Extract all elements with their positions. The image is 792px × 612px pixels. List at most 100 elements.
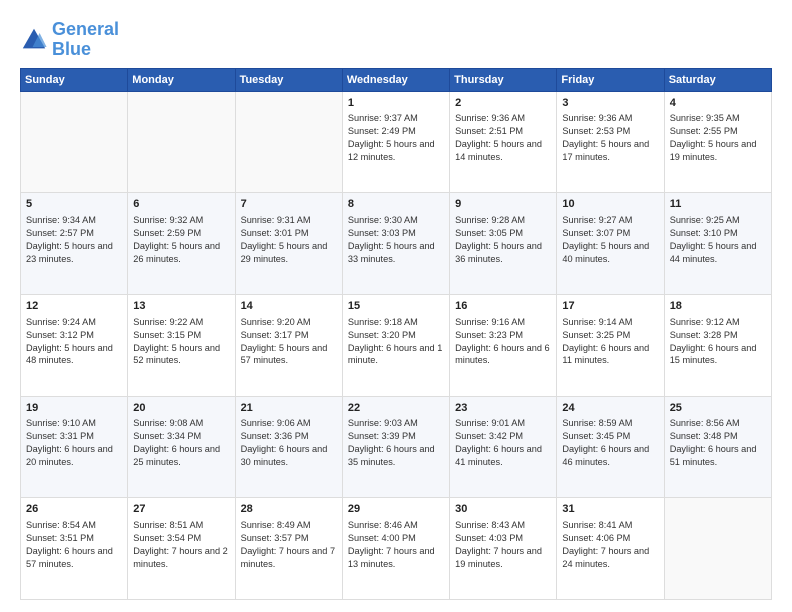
calendar-cell: 5 Sunrise: 9:34 AM Sunset: 2:57 PM Daylig…	[21, 193, 128, 295]
day-number: 19	[26, 401, 122, 416]
day-info: Sunrise: 9:20 AM Sunset: 3:17 PM Dayligh…	[241, 316, 337, 368]
calendar-cell	[664, 498, 771, 600]
day-number: 26	[26, 502, 122, 517]
day-info: Sunrise: 9:32 AM Sunset: 2:59 PM Dayligh…	[133, 214, 229, 266]
day-number: 24	[562, 401, 658, 416]
calendar-week-5: 26 Sunrise: 8:54 AM Sunset: 3:51 PM Dayli…	[21, 498, 772, 600]
calendar-week-4: 19Sunrise: 9:10 AM Sunset: 3:31 PM Dayli…	[21, 396, 772, 498]
calendar: SundayMondayTuesdayWednesdayThursdayFrid…	[20, 68, 772, 600]
day-info: Sunrise: 9:24 AM Sunset: 3:12 PM Dayligh…	[26, 316, 122, 368]
day-info: Sunrise: 9:37 AM Sunset: 2:49 PM Dayligh…	[348, 112, 444, 164]
day-number: 9	[455, 197, 551, 212]
calendar-cell: 16 Sunrise: 9:16 AM Sunset: 3:23 PM Dayli…	[450, 294, 557, 396]
calendar-cell: 27 Sunrise: 8:51 AM Sunset: 3:54 PM Dayli…	[128, 498, 235, 600]
day-number: 10	[562, 197, 658, 212]
calendar-cell: 24Sunrise: 8:59 AM Sunset: 3:45 PM Dayli…	[557, 396, 664, 498]
calendar-cell: 4Sunrise: 9:35 AM Sunset: 2:55 PM Daylig…	[664, 91, 771, 193]
calendar-cell: 26 Sunrise: 8:54 AM Sunset: 3:51 PM Dayli…	[21, 498, 128, 600]
calendar-cell: 29 Sunrise: 8:46 AM Sunset: 4:00 PM Dayli…	[342, 498, 449, 600]
col-header-friday: Friday	[557, 68, 664, 91]
calendar-cell	[21, 91, 128, 193]
day-number: 17	[562, 299, 658, 314]
header: General Blue	[20, 16, 772, 60]
calendar-header-row: SundayMondayTuesdayWednesdayThursdayFrid…	[21, 68, 772, 91]
day-info: Sunrise: 8:51 AM Sunset: 3:54 PM Dayligh…	[133, 519, 229, 571]
day-info: Sunrise: 9:10 AM Sunset: 3:31 PM Dayligh…	[26, 417, 122, 469]
calendar-cell: 10 Sunrise: 9:27 AM Sunset: 3:07 PM Dayli…	[557, 193, 664, 295]
day-number: 20	[133, 401, 229, 416]
calendar-cell: 19Sunrise: 9:10 AM Sunset: 3:31 PM Dayli…	[21, 396, 128, 498]
calendar-cell: 31 Sunrise: 8:41 AM Sunset: 4:06 PM Dayli…	[557, 498, 664, 600]
day-info: Sunrise: 9:36 AM Sunset: 2:51 PM Dayligh…	[455, 112, 551, 164]
day-number: 29	[348, 502, 444, 517]
day-info: Sunrise: 9:01 AM Sunset: 3:42 PM Dayligh…	[455, 417, 551, 469]
calendar-cell: 23Sunrise: 9:01 AM Sunset: 3:42 PM Dayli…	[450, 396, 557, 498]
day-number: 12	[26, 299, 122, 314]
calendar-cell: 20Sunrise: 9:08 AM Sunset: 3:34 PM Dayli…	[128, 396, 235, 498]
calendar-week-3: 12 Sunrise: 9:24 AM Sunset: 3:12 PM Dayli…	[21, 294, 772, 396]
day-number: 23	[455, 401, 551, 416]
day-info: Sunrise: 8:54 AM Sunset: 3:51 PM Dayligh…	[26, 519, 122, 571]
calendar-cell: 3Sunrise: 9:36 AM Sunset: 2:53 PM Daylig…	[557, 91, 664, 193]
day-number: 7	[241, 197, 337, 212]
calendar-cell: 17 Sunrise: 9:14 AM Sunset: 3:25 PM Dayli…	[557, 294, 664, 396]
logo-text: General Blue	[52, 20, 119, 60]
col-header-sunday: Sunday	[21, 68, 128, 91]
day-number: 30	[455, 502, 551, 517]
calendar-cell: 8 Sunrise: 9:30 AM Sunset: 3:03 PM Daylig…	[342, 193, 449, 295]
day-info: Sunrise: 9:18 AM Sunset: 3:20 PM Dayligh…	[348, 316, 444, 368]
day-info: Sunrise: 8:43 AM Sunset: 4:03 PM Dayligh…	[455, 519, 551, 571]
day-info: Sunrise: 8:49 AM Sunset: 3:57 PM Dayligh…	[241, 519, 337, 571]
calendar-cell: 2Sunrise: 9:36 AM Sunset: 2:51 PM Daylig…	[450, 91, 557, 193]
col-header-thursday: Thursday	[450, 68, 557, 91]
calendar-cell: 12 Sunrise: 9:24 AM Sunset: 3:12 PM Dayli…	[21, 294, 128, 396]
day-number: 6	[133, 197, 229, 212]
day-info: Sunrise: 9:31 AM Sunset: 3:01 PM Dayligh…	[241, 214, 337, 266]
day-number: 21	[241, 401, 337, 416]
calendar-cell: 14 Sunrise: 9:20 AM Sunset: 3:17 PM Dayli…	[235, 294, 342, 396]
calendar-cell: 15 Sunrise: 9:18 AM Sunset: 3:20 PM Dayli…	[342, 294, 449, 396]
day-number: 16	[455, 299, 551, 314]
day-info: Sunrise: 9:08 AM Sunset: 3:34 PM Dayligh…	[133, 417, 229, 469]
day-number: 1	[348, 96, 444, 111]
calendar-cell: 6 Sunrise: 9:32 AM Sunset: 2:59 PM Daylig…	[128, 193, 235, 295]
col-header-tuesday: Tuesday	[235, 68, 342, 91]
day-info: Sunrise: 8:59 AM Sunset: 3:45 PM Dayligh…	[562, 417, 658, 469]
day-number: 14	[241, 299, 337, 314]
day-info: Sunrise: 9:14 AM Sunset: 3:25 PM Dayligh…	[562, 316, 658, 368]
day-info: Sunrise: 8:46 AM Sunset: 4:00 PM Dayligh…	[348, 519, 444, 571]
day-info: Sunrise: 9:34 AM Sunset: 2:57 PM Dayligh…	[26, 214, 122, 266]
day-info: Sunrise: 9:16 AM Sunset: 3:23 PM Dayligh…	[455, 316, 551, 368]
day-info: Sunrise: 9:35 AM Sunset: 2:55 PM Dayligh…	[670, 112, 766, 164]
col-header-monday: Monday	[128, 68, 235, 91]
calendar-cell	[235, 91, 342, 193]
day-number: 28	[241, 502, 337, 517]
day-number: 27	[133, 502, 229, 517]
calendar-week-2: 5 Sunrise: 9:34 AM Sunset: 2:57 PM Daylig…	[21, 193, 772, 295]
col-header-saturday: Saturday	[664, 68, 771, 91]
day-info: Sunrise: 9:28 AM Sunset: 3:05 PM Dayligh…	[455, 214, 551, 266]
calendar-cell: 28 Sunrise: 8:49 AM Sunset: 3:57 PM Dayli…	[235, 498, 342, 600]
calendar-cell: 22Sunrise: 9:03 AM Sunset: 3:39 PM Dayli…	[342, 396, 449, 498]
calendar-cell	[128, 91, 235, 193]
calendar-cell: 13Sunrise: 9:22 AM Sunset: 3:15 PM Dayli…	[128, 294, 235, 396]
day-number: 3	[562, 96, 658, 111]
col-header-wednesday: Wednesday	[342, 68, 449, 91]
day-info: Sunrise: 9:30 AM Sunset: 3:03 PM Dayligh…	[348, 214, 444, 266]
day-info: Sunrise: 8:41 AM Sunset: 4:06 PM Dayligh…	[562, 519, 658, 571]
page: General Blue SundayMondayTuesdayWednesda…	[0, 0, 792, 612]
day-info: Sunrise: 9:25 AM Sunset: 3:10 PM Dayligh…	[670, 214, 766, 266]
calendar-cell: 9 Sunrise: 9:28 AM Sunset: 3:05 PM Daylig…	[450, 193, 557, 295]
calendar-cell: 30 Sunrise: 8:43 AM Sunset: 4:03 PM Dayli…	[450, 498, 557, 600]
day-number: 31	[562, 502, 658, 517]
day-info: Sunrise: 9:06 AM Sunset: 3:36 PM Dayligh…	[241, 417, 337, 469]
day-number: 11	[670, 197, 766, 212]
logo: General Blue	[20, 20, 119, 60]
day-number: 18	[670, 299, 766, 314]
day-number: 5	[26, 197, 122, 212]
day-info: Sunrise: 9:27 AM Sunset: 3:07 PM Dayligh…	[562, 214, 658, 266]
day-number: 8	[348, 197, 444, 212]
calendar-cell: 18Sunrise: 9:12 AM Sunset: 3:28 PM Dayli…	[664, 294, 771, 396]
calendar-week-1: 1Sunrise: 9:37 AM Sunset: 2:49 PM Daylig…	[21, 91, 772, 193]
day-number: 15	[348, 299, 444, 314]
